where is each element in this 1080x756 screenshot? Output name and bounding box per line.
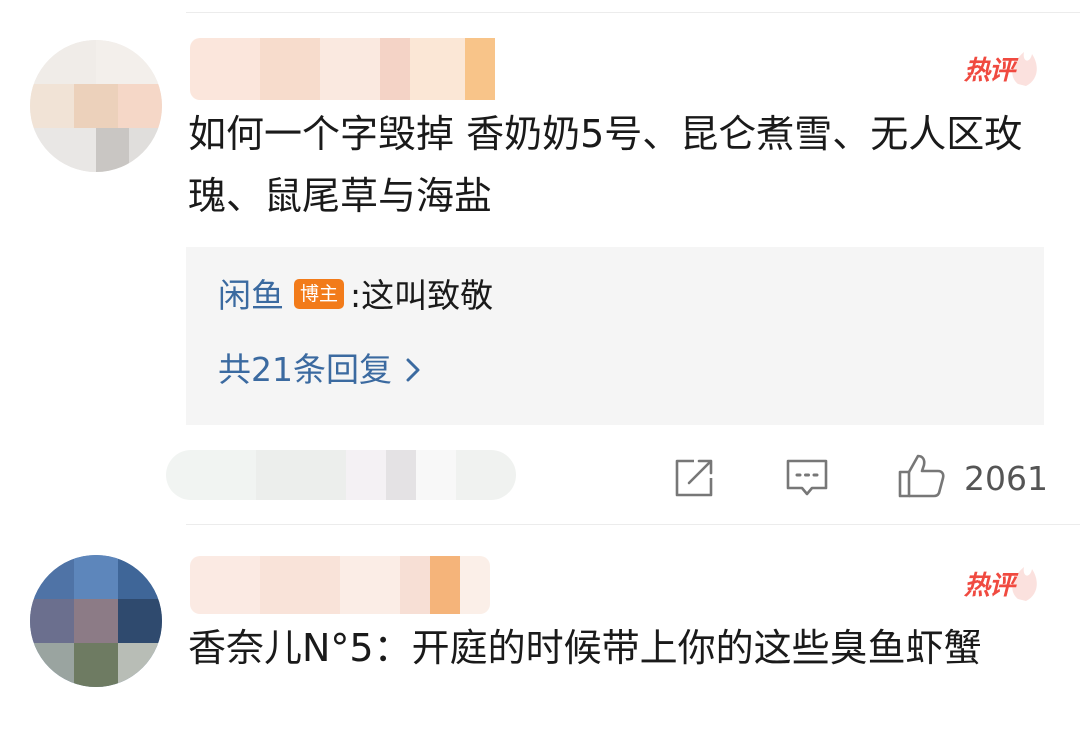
reply-username[interactable]: 闲鱼	[218, 276, 284, 315]
like-count: 2061	[964, 459, 1048, 498]
reply-preview[interactable]: 闲鱼 博主:这叫致敬 共21条回复	[186, 247, 1044, 425]
reply-line: 闲鱼 博主:这叫致敬	[218, 271, 493, 321]
comment-text: 如何一个字毁掉 香奶奶5号、昆仑煮雪、无人区玫瑰、鼠尾草与海盐	[188, 112, 1023, 218]
hot-comment-tag: 热评	[960, 555, 1040, 605]
top-divider	[186, 12, 1080, 13]
comment-text: 香奈儿N°5：开庭的时候带上你的这些臭鱼虾蟹	[188, 626, 982, 670]
comment-divider	[186, 524, 1080, 525]
hot-comment-tag: 热评	[960, 40, 1040, 90]
avatar[interactable]	[30, 555, 162, 687]
avatar[interactable]	[30, 40, 162, 172]
share-icon[interactable]	[672, 456, 718, 500]
thumbs-up-icon[interactable]	[896, 452, 948, 500]
hot-label: 热评	[964, 571, 1015, 601]
hot-label: 热评	[964, 56, 1015, 86]
comment-icon[interactable]	[784, 456, 830, 500]
author-badge: 博主	[294, 278, 345, 309]
username-blurred[interactable]	[190, 556, 490, 614]
reply-separator: :	[350, 276, 362, 315]
reply-count-label: 共21条回复	[218, 350, 392, 389]
view-replies-link[interactable]: 共21条回复	[218, 345, 424, 395]
chevron-right-icon	[406, 358, 420, 382]
reply-text: 这叫致敬	[361, 276, 494, 315]
username-blurred[interactable]	[190, 38, 515, 100]
timestamp-blurred	[166, 450, 516, 500]
